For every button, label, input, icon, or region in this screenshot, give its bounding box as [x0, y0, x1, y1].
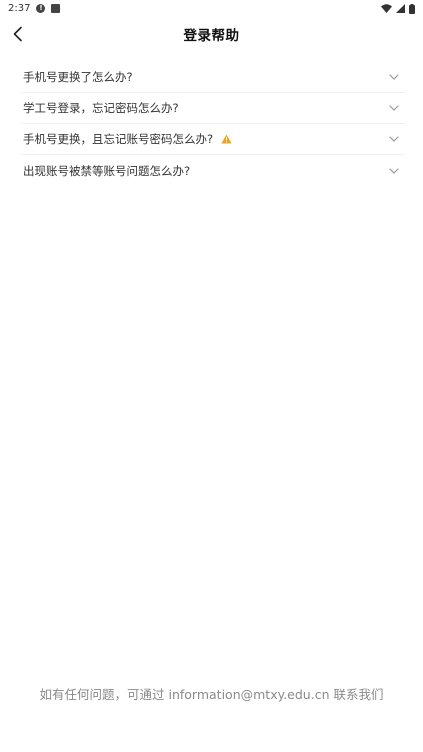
chevron-down-icon	[389, 105, 399, 111]
header: 登录帮助	[0, 18, 423, 50]
faq-question: 学工号登录，忘记密码怎么办?	[23, 101, 179, 115]
back-button[interactable]	[6, 22, 30, 46]
faq-question: 手机号更换，且忘记账号密码怎么办?	[23, 132, 214, 146]
notification-app-icon	[51, 4, 61, 13]
chevron-down-icon	[389, 167, 399, 174]
faq-question: 出现账号被禁等账号问题怎么办?	[23, 163, 191, 178]
contact-footer: 如有任何问题，可通过 information@mtxy.edu.cn 联系我们	[39, 687, 384, 702]
chevron-left-icon	[13, 26, 22, 42]
faq-item-phone-changed[interactable]: 手机号更换了怎么办?	[20, 62, 405, 93]
notification-alert-icon: !	[36, 4, 46, 13]
chevron-down-icon	[389, 74, 399, 80]
faq-item-forgot-password[interactable]: 学工号登录，忘记密码怎么办?	[20, 93, 405, 124]
faq-question: 手机号更换了怎么办?	[23, 70, 133, 84]
chevron-down-icon	[389, 136, 399, 142]
status-time: 2:37	[8, 3, 31, 14]
faq-item-phone-and-password[interactable]: 手机号更换，且忘记账号密码怎么办?	[20, 124, 405, 155]
signal-icon	[396, 4, 405, 13]
status-bar: 2:37 !	[0, 0, 423, 17]
faq-list: 手机号更换了怎么办? 学工号登录，忘记密码怎么办? 手机号更换，且忘记账号密码怎…	[20, 62, 405, 186]
page-title: 登录帮助	[183, 28, 240, 44]
wifi-icon	[381, 4, 392, 13]
warning-icon	[221, 134, 232, 144]
battery-icon	[409, 3, 415, 14]
faq-item-account-banned[interactable]: 出现账号被禁等账号问题怎么办?	[20, 155, 405, 186]
